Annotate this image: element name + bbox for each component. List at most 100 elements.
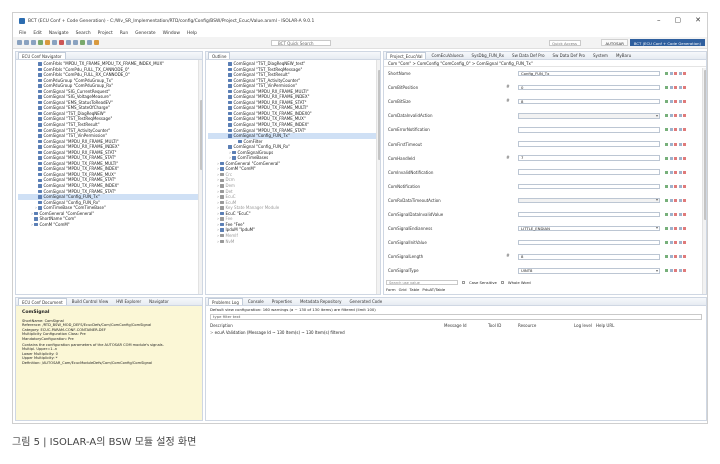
property-action-icon[interactable] — [665, 86, 668, 90]
property-select[interactable] — [518, 197, 660, 204]
property-action-icon[interactable] — [674, 213, 677, 216]
property-action-icon[interactable] — [674, 142, 677, 146]
menu-file[interactable]: File — [19, 31, 26, 36]
property-action-icon[interactable] — [669, 156, 673, 160]
editor-tab[interactable]: Sw Data Def Pro — [509, 52, 547, 59]
property-action-icon[interactable] — [683, 114, 686, 118]
property-action-icon[interactable] — [665, 100, 668, 104]
redo-icon[interactable] — [73, 40, 78, 45]
editor-view-tab[interactable]: Form — [386, 287, 396, 292]
editor-tab[interactable]: System — [590, 52, 611, 59]
property-action-icon[interactable] — [678, 170, 682, 174]
tab-ecu-conf-navigator[interactable]: ECU Conf Navigator — [18, 52, 66, 59]
property-action-icon[interactable] — [665, 156, 668, 160]
property-action-icon[interactable] — [669, 100, 673, 104]
property-action-icon[interactable] — [678, 72, 682, 75]
property-action-icon[interactable] — [665, 255, 668, 259]
property-action-icon[interactable] — [674, 269, 677, 273]
property-select[interactable]: UINT8 — [518, 268, 660, 274]
bottom-left-tab[interactable]: ECU Conf Document — [18, 298, 67, 305]
bottom-left-tab[interactable]: HW Explorer — [113, 298, 144, 305]
build-icon[interactable] — [45, 40, 50, 45]
property-action-icon[interactable] — [669, 86, 673, 90]
property-action-icon[interactable] — [683, 198, 686, 202]
editor-view-tab[interactable]: Grid — [399, 287, 407, 292]
property-action-icon[interactable] — [669, 213, 673, 216]
property-action-icon[interactable] — [678, 255, 682, 259]
editor-scrollbar[interactable] — [702, 68, 706, 294]
editor-tab[interactable]: SysDbg_FUN_Rx — [469, 52, 508, 59]
navigator-scrollbar[interactable] — [198, 60, 202, 294]
col-help-url[interactable]: Help URL — [596, 323, 626, 328]
property-action-icon[interactable] — [669, 184, 673, 188]
property-action-icon[interactable] — [678, 269, 682, 273]
property-action-icon[interactable] — [669, 72, 673, 75]
undo-icon[interactable] — [66, 40, 71, 45]
property-action-icon[interactable] — [678, 86, 682, 90]
property-action-icon[interactable] — [683, 241, 686, 245]
save-icon[interactable] — [24, 40, 29, 45]
property-action-icon[interactable] — [674, 241, 677, 245]
property-action-icon[interactable] — [669, 241, 673, 245]
menu-help[interactable]: Help — [187, 31, 197, 36]
property-input[interactable] — [518, 127, 660, 133]
property-input[interactable] — [518, 169, 660, 175]
property-action-icon[interactable] — [669, 142, 673, 146]
close-button[interactable]: ✕ — [695, 16, 701, 24]
col-resource[interactable]: Resource — [518, 323, 574, 328]
property-action-icon[interactable] — [665, 241, 668, 245]
property-action-icon[interactable] — [683, 269, 686, 273]
bottom-right-tab[interactable]: Properties — [269, 298, 295, 305]
property-action-icon[interactable] — [674, 255, 677, 259]
property-action-icon[interactable] — [674, 72, 677, 75]
property-action-icon[interactable] — [683, 227, 686, 231]
property-action-icon[interactable] — [678, 241, 682, 245]
editor-tab[interactable]: ComEcuValueca — [428, 52, 466, 59]
property-action-icon[interactable] — [683, 100, 686, 104]
bottom-left-tab[interactable]: Navigator — [146, 298, 172, 305]
property-action-icon[interactable] — [674, 198, 677, 202]
bottom-right-tab[interactable]: Generated Code — [346, 298, 385, 305]
editor-search-input[interactable]: Search use value — [386, 279, 458, 286]
property-action-icon[interactable] — [665, 114, 668, 118]
property-action-icon[interactable] — [665, 128, 668, 132]
generate-icon[interactable] — [52, 40, 57, 45]
property-input[interactable]: 8 — [518, 254, 660, 260]
property-action-icon[interactable] — [678, 198, 682, 202]
bottom-right-tab[interactable]: Console — [245, 298, 267, 305]
tab-outline[interactable]: Outline — [208, 52, 231, 59]
perspective-autosar[interactable]: AUTOSAR — [601, 39, 628, 46]
whole-word-checkbox[interactable] — [500, 281, 504, 284]
new-icon[interactable] — [17, 40, 22, 45]
property-action-icon[interactable] — [678, 227, 682, 231]
property-action-icon[interactable] — [683, 255, 686, 259]
property-input[interactable]: 7 — [518, 155, 660, 161]
editor-tab[interactable]: Project_Ecuc/Val — [386, 52, 427, 59]
property-action-icon[interactable] — [678, 213, 682, 216]
property-action-icon[interactable] — [678, 142, 682, 146]
bct-quick-search-input[interactable]: BCT Quick Search — [271, 40, 331, 46]
editor-tab[interactable]: Sw Data Def Pro — [550, 52, 588, 59]
property-input[interactable] — [518, 183, 660, 190]
col-description[interactable]: Description — [210, 323, 444, 328]
property-action-icon[interactable] — [683, 142, 686, 146]
col-message-id[interactable]: Message Id — [444, 323, 488, 328]
property-action-icon[interactable] — [669, 114, 673, 118]
bottom-right-tab[interactable]: Metadata Repository — [297, 298, 344, 305]
property-input[interactable]: 8 — [518, 98, 660, 105]
property-input[interactable]: Config_FUN_Tx — [518, 70, 660, 77]
maximize-button[interactable]: ▢ — [675, 16, 682, 24]
property-action-icon[interactable] — [678, 128, 682, 132]
menu-project[interactable]: Project — [98, 31, 113, 36]
menu-search[interactable]: Search — [76, 31, 91, 36]
property-action-icon[interactable] — [678, 156, 682, 160]
outline-item[interactable]: › NvM — [208, 239, 380, 245]
property-action-icon[interactable] — [665, 142, 668, 146]
menu-edit[interactable]: Edit — [33, 31, 42, 36]
property-action-icon[interactable] — [678, 114, 682, 118]
property-select[interactable]: LITTLE_ENDIAN — [518, 225, 660, 232]
property-action-icon[interactable] — [674, 86, 677, 90]
property-action-icon[interactable] — [674, 156, 677, 160]
col-log-level[interactable]: Log level — [574, 323, 596, 328]
case-sensitive-checkbox[interactable] — [462, 281, 465, 284]
